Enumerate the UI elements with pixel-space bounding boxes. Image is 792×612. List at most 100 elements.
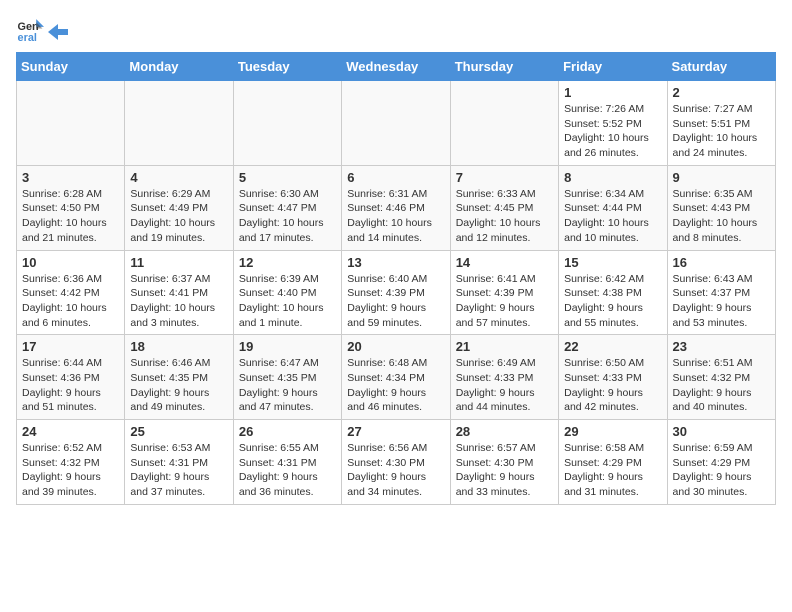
day-info: Sunrise: 6:51 AM Sunset: 4:32 PM Dayligh… — [673, 356, 770, 415]
calendar-cell: 28 Sunrise: 6:57 AM Sunset: 4:30 PM Dayli… — [450, 420, 558, 505]
day-number: 21 — [456, 339, 553, 354]
calendar-cell: 18 Sunrise: 6:46 AM Sunset: 4:35 PM Dayli… — [125, 335, 233, 420]
day-info: Sunrise: 6:37 AM Sunset: 4:41 PM Dayligh… — [130, 272, 227, 331]
day-info: Sunrise: 6:48 AM Sunset: 4:34 PM Dayligh… — [347, 356, 444, 415]
calendar-cell — [125, 81, 233, 166]
day-info: Sunrise: 6:35 AM Sunset: 4:43 PM Dayligh… — [673, 187, 770, 246]
day-info: Sunrise: 6:52 AM Sunset: 4:32 PM Dayligh… — [22, 441, 119, 500]
day-info: Sunrise: 6:47 AM Sunset: 4:35 PM Dayligh… — [239, 356, 336, 415]
calendar-cell: 8Sunrise: 6:34 AM Sunset: 4:44 PM Daylig… — [559, 165, 667, 250]
logo: Gen eral — [16, 16, 68, 44]
calendar-cell — [450, 81, 558, 166]
day-info: Sunrise: 6:57 AM Sunset: 4:30 PM Dayligh… — [456, 441, 553, 500]
day-number: 22 — [564, 339, 661, 354]
calendar-cell: 7Sunrise: 6:33 AM Sunset: 4:45 PM Daylig… — [450, 165, 558, 250]
day-info: Sunrise: 6:39 AM Sunset: 4:40 PM Dayligh… — [239, 272, 336, 331]
day-info: Sunrise: 6:36 AM Sunset: 4:42 PM Dayligh… — [22, 272, 119, 331]
calendar-cell: 25Sunrise: 6:53 AM Sunset: 4:31 PM Dayli… — [125, 420, 233, 505]
calendar-cell: 21 Sunrise: 6:49 AM Sunset: 4:33 PM Dayli… — [450, 335, 558, 420]
day-number: 19 — [239, 339, 336, 354]
week-row-1: 3 Sunrise: 6:28 AM Sunset: 4:50 PM Daylig… — [17, 165, 776, 250]
header-sunday: Sunday — [17, 53, 125, 81]
calendar-cell: 30 Sunrise: 6:59 AM Sunset: 4:29 PM Dayli… — [667, 420, 775, 505]
day-info: Sunrise: 6:55 AM Sunset: 4:31 PM Dayligh… — [239, 441, 336, 500]
day-number: 1 — [564, 85, 661, 100]
day-info: Sunrise: 6:42 AM Sunset: 4:38 PM Dayligh… — [564, 272, 661, 331]
day-info: Sunrise: 6:33 AM Sunset: 4:45 PM Dayligh… — [456, 187, 553, 246]
day-number: 6 — [347, 170, 444, 185]
day-info: Sunrise: 6:59 AM Sunset: 4:29 PM Dayligh… — [673, 441, 770, 500]
calendar-cell: 26 Sunrise: 6:55 AM Sunset: 4:31 PM Dayli… — [233, 420, 341, 505]
calendar-cell: 24 Sunrise: 6:52 AM Sunset: 4:32 PM Dayli… — [17, 420, 125, 505]
header-friday: Friday — [559, 53, 667, 81]
day-info: Sunrise: 6:40 AM Sunset: 4:39 PM Dayligh… — [347, 272, 444, 331]
calendar-cell: 1 Sunrise: 7:26 AM Sunset: 5:52 PM Daylig… — [559, 81, 667, 166]
week-row-3: 17 Sunrise: 6:44 AM Sunset: 4:36 PM Dayli… — [17, 335, 776, 420]
calendar-cell: 23 Sunrise: 6:51 AM Sunset: 4:32 PM Dayli… — [667, 335, 775, 420]
day-info: Sunrise: 6:53 AM Sunset: 4:31 PM Dayligh… — [130, 441, 227, 500]
calendar-table: SundayMondayTuesdayWednesdayThursdayFrid… — [16, 52, 776, 505]
calendar-cell: 20 Sunrise: 6:48 AM Sunset: 4:34 PM Dayli… — [342, 335, 450, 420]
calendar-cell: 10 Sunrise: 6:36 AM Sunset: 4:42 PM Dayli… — [17, 250, 125, 335]
logo-arrow-icon — [48, 24, 68, 40]
day-number: 30 — [673, 424, 770, 439]
svg-text:eral: eral — [18, 32, 37, 44]
week-row-0: 1 Sunrise: 7:26 AM Sunset: 5:52 PM Daylig… — [17, 81, 776, 166]
calendar-cell: 29 Sunrise: 6:58 AM Sunset: 4:29 PM Dayli… — [559, 420, 667, 505]
day-info: Sunrise: 6:43 AM Sunset: 4:37 PM Dayligh… — [673, 272, 770, 331]
day-number: 26 — [239, 424, 336, 439]
calendar-cell: 4 Sunrise: 6:29 AM Sunset: 4:49 PM Daylig… — [125, 165, 233, 250]
day-number: 11 — [130, 255, 227, 270]
header-wednesday: Wednesday — [342, 53, 450, 81]
day-number: 15 — [564, 255, 661, 270]
day-number: 2 — [673, 85, 770, 100]
calendar-cell: 12 Sunrise: 6:39 AM Sunset: 4:40 PM Dayli… — [233, 250, 341, 335]
day-number: 3 — [22, 170, 119, 185]
day-number: 16 — [673, 255, 770, 270]
calendar-cell: 15 Sunrise: 6:42 AM Sunset: 4:38 PM Dayli… — [559, 250, 667, 335]
calendar-cell: 14 Sunrise: 6:41 AM Sunset: 4:39 PM Dayli… — [450, 250, 558, 335]
day-number: 12 — [239, 255, 336, 270]
calendar-cell: 27 Sunrise: 6:56 AM Sunset: 4:30 PM Dayli… — [342, 420, 450, 505]
day-number: 13 — [347, 255, 444, 270]
calendar-cell — [342, 81, 450, 166]
day-number: 24 — [22, 424, 119, 439]
day-number: 10 — [22, 255, 119, 270]
day-info: Sunrise: 6:28 AM Sunset: 4:50 PM Dayligh… — [22, 187, 119, 246]
day-number: 23 — [673, 339, 770, 354]
day-number: 18 — [130, 339, 227, 354]
day-number: 27 — [347, 424, 444, 439]
day-info: Sunrise: 6:58 AM Sunset: 4:29 PM Dayligh… — [564, 441, 661, 500]
day-number: 5 — [239, 170, 336, 185]
calendar-cell: 13 Sunrise: 6:40 AM Sunset: 4:39 PM Dayli… — [342, 250, 450, 335]
calendar-cell: 3 Sunrise: 6:28 AM Sunset: 4:50 PM Daylig… — [17, 165, 125, 250]
day-number: 14 — [456, 255, 553, 270]
day-info: Sunrise: 6:46 AM Sunset: 4:35 PM Dayligh… — [130, 356, 227, 415]
day-info: Sunrise: 7:27 AM Sunset: 5:51 PM Dayligh… — [673, 102, 770, 161]
calendar-cell: 5Sunrise: 6:30 AM Sunset: 4:47 PM Daylig… — [233, 165, 341, 250]
day-info: Sunrise: 6:31 AM Sunset: 4:46 PM Dayligh… — [347, 187, 444, 246]
calendar-cell: 19 Sunrise: 6:47 AM Sunset: 4:35 PM Dayli… — [233, 335, 341, 420]
week-row-2: 10 Sunrise: 6:36 AM Sunset: 4:42 PM Dayli… — [17, 250, 776, 335]
day-info: Sunrise: 6:29 AM Sunset: 4:49 PM Dayligh… — [130, 187, 227, 246]
day-number: 4 — [130, 170, 227, 185]
header-tuesday: Tuesday — [233, 53, 341, 81]
day-number: 17 — [22, 339, 119, 354]
header-monday: Monday — [125, 53, 233, 81]
day-info: Sunrise: 6:50 AM Sunset: 4:33 PM Dayligh… — [564, 356, 661, 415]
header-thursday: Thursday — [450, 53, 558, 81]
day-number: 28 — [456, 424, 553, 439]
week-row-4: 24 Sunrise: 6:52 AM Sunset: 4:32 PM Dayli… — [17, 420, 776, 505]
day-info: Sunrise: 6:56 AM Sunset: 4:30 PM Dayligh… — [347, 441, 444, 500]
day-info: Sunrise: 7:26 AM Sunset: 5:52 PM Dayligh… — [564, 102, 661, 161]
calendar-cell — [233, 81, 341, 166]
day-number: 8 — [564, 170, 661, 185]
day-info: Sunrise: 6:44 AM Sunset: 4:36 PM Dayligh… — [22, 356, 119, 415]
day-info: Sunrise: 6:41 AM Sunset: 4:39 PM Dayligh… — [456, 272, 553, 331]
calendar-cell: 2 Sunrise: 7:27 AM Sunset: 5:51 PM Daylig… — [667, 81, 775, 166]
day-number: 20 — [347, 339, 444, 354]
day-number: 29 — [564, 424, 661, 439]
day-info: Sunrise: 6:49 AM Sunset: 4:33 PM Dayligh… — [456, 356, 553, 415]
calendar-cell: 6 Sunrise: 6:31 AM Sunset: 4:46 PM Daylig… — [342, 165, 450, 250]
calendar-cell: 9Sunrise: 6:35 AM Sunset: 4:43 PM Daylig… — [667, 165, 775, 250]
